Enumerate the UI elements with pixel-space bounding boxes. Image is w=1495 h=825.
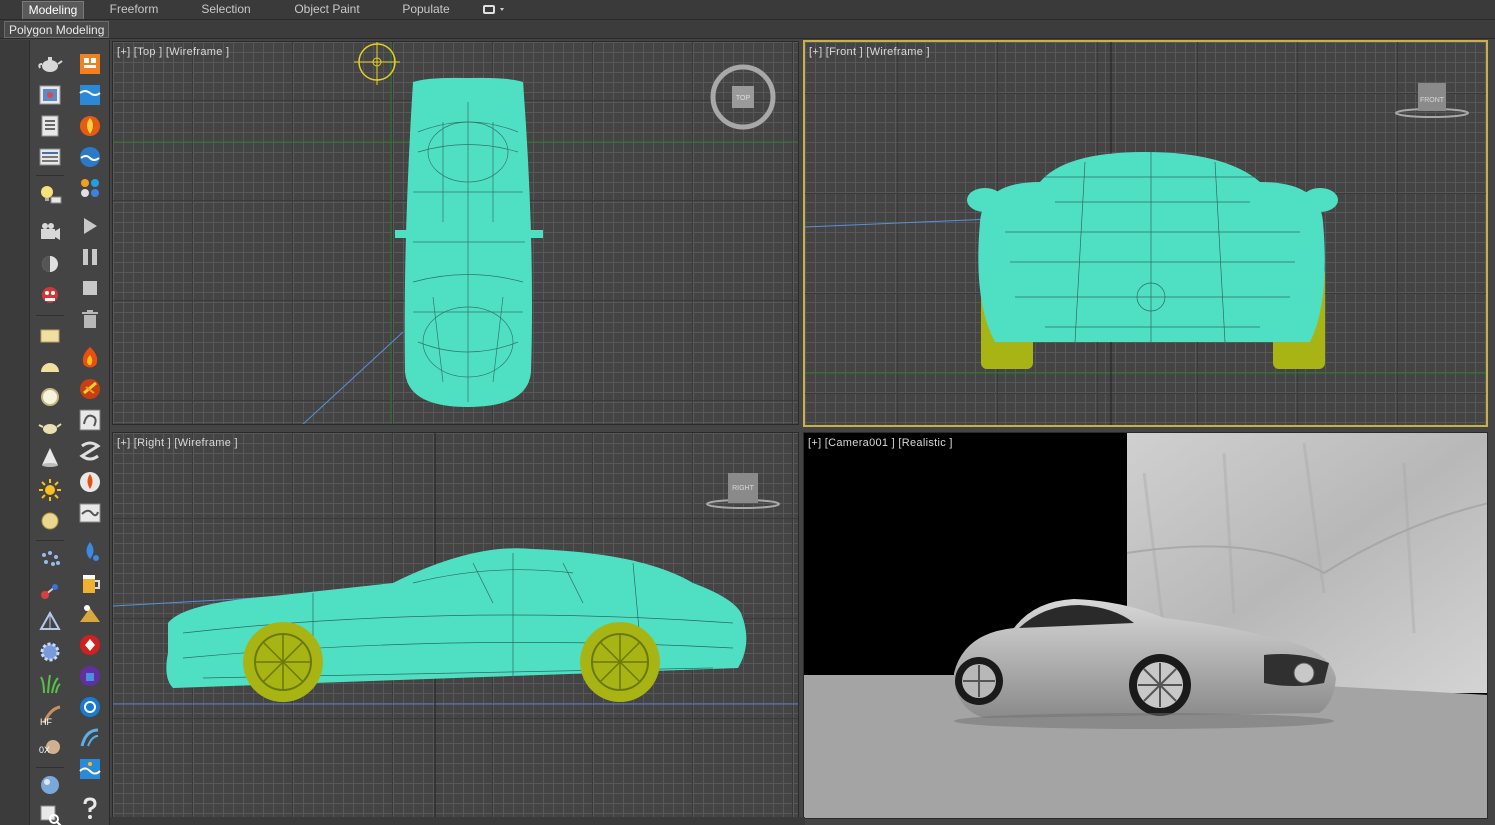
viewcube-front-label: FRONT — [1420, 97, 1445, 104]
torus-icon[interactable] — [36, 507, 64, 535]
hair-fur-icon[interactable]: HF — [36, 701, 64, 729]
svg-text:HF: HF — [40, 717, 52, 727]
torch-icon[interactable] — [76, 468, 104, 496]
app-window: Modeling Freeform Selection Object Paint… — [0, 0, 1495, 825]
viewport-right-label[interactable]: [+] [Right ] [Wireframe ] — [117, 437, 238, 449]
ribbon-tab-bar: Modeling Freeform Selection Object Paint… — [0, 0, 1495, 20]
material-editor-icon[interactable] — [36, 143, 64, 171]
tab-freeform[interactable]: Freeform — [100, 1, 168, 19]
scatter-icon[interactable] — [76, 50, 104, 78]
toolbar-column-1: HF 0X — [30, 40, 70, 825]
tab-selection[interactable]: Selection — [190, 1, 262, 19]
trash-icon[interactable] — [76, 305, 104, 333]
right-wireframe-scene: RIGHT — [113, 433, 798, 824]
camera-realistic-scene — [804, 433, 1487, 818]
help-icon[interactable] — [76, 794, 104, 822]
sun-icon[interactable] — [36, 476, 64, 504]
explosion-icon[interactable] — [76, 375, 104, 403]
camera-icon[interactable] — [36, 218, 64, 246]
viewcube-top-label: TOP — [736, 95, 751, 102]
top-wireframe-scene: TOP — [113, 42, 798, 424]
splash-water-icon[interactable] — [76, 755, 104, 783]
toolbar-column-2 — [70, 40, 110, 825]
fire-icon[interactable] — [76, 112, 104, 140]
viewport-front-label[interactable]: [+] [Front ] [Wireframe ] — [809, 46, 930, 58]
water-icon[interactable] — [76, 81, 104, 109]
tab-object-paint[interactable]: Object Paint — [282, 1, 372, 19]
viewport-front[interactable]: FRONT [+] [Front ] [Wireframe ] — [803, 40, 1488, 427]
car-front-wireframe — [967, 152, 1338, 369]
molecule-icon[interactable] — [36, 577, 64, 605]
render-frame-icon[interactable] — [36, 81, 64, 109]
sphere-icon[interactable] — [36, 383, 64, 411]
viewport-top-label[interactable]: [+] [Top ] [Wireframe ] — [117, 46, 229, 58]
fluid-icon[interactable] — [76, 499, 104, 527]
viewport-right[interactable]: RIGHT [+] [Right ] [Wireframe ] — [112, 432, 799, 825]
stop-icon[interactable] — [76, 274, 104, 302]
time-slider-bar[interactable] — [110, 817, 805, 825]
sand-icon[interactable] — [76, 600, 104, 628]
ribbon-subpanel: Polygon Modeling — [0, 20, 1495, 39]
gear-sphere-icon[interactable] — [36, 638, 64, 666]
hemisphere-icon[interactable] — [36, 353, 64, 381]
smoke-icon[interactable] — [76, 406, 104, 434]
plane-icon[interactable] — [36, 322, 64, 350]
svg-text:0X: 0X — [39, 745, 50, 755]
viewport-top[interactable]: TOP [+] [Top ] [Wireframe ] — [112, 41, 799, 425]
search-node-icon[interactable] — [36, 801, 64, 825]
light-lister-icon[interactable] — [36, 181, 64, 209]
vortex-icon[interactable] — [76, 437, 104, 465]
grass-icon[interactable] — [36, 670, 64, 698]
ocean-icon[interactable] — [76, 143, 104, 171]
command-panel-gutter — [0, 40, 30, 825]
tab-modeling[interactable]: Modeling — [22, 1, 84, 19]
render-setup-icon[interactable] — [36, 112, 64, 140]
ribbon-options-dropdown[interactable] — [482, 3, 510, 17]
asset-tracking-icon[interactable] — [36, 281, 64, 309]
rain-icon[interactable] — [76, 538, 104, 566]
viewport-camera-label[interactable]: [+] [Camera001 ] [Realistic ] — [808, 437, 953, 449]
play-icon[interactable] — [76, 212, 104, 240]
wave-icon[interactable] — [76, 693, 104, 721]
glass-sphere-icon[interactable] — [36, 771, 64, 799]
viewport-camera[interactable]: [+] [Camera001 ] [Realistic ] — [803, 432, 1488, 819]
front-wireframe-scene: FRONT — [805, 42, 1486, 425]
xform-icon[interactable]: 0X — [36, 733, 64, 761]
particles-icon[interactable] — [76, 174, 104, 202]
cone-icon[interactable] — [36, 444, 64, 472]
tab-populate[interactable]: Populate — [392, 1, 460, 19]
pyramid-icon[interactable] — [36, 608, 64, 636]
pause-icon[interactable] — [76, 243, 104, 271]
car-side-wireframe — [166, 548, 747, 702]
sphere-light-icon[interactable] — [36, 250, 64, 278]
car-top-wireframe — [395, 77, 543, 408]
particle-icon[interactable] — [36, 545, 64, 573]
teapot-icon[interactable] — [36, 50, 64, 78]
viewcube-right-label: RIGHT — [732, 485, 755, 492]
teapot-primitive-icon[interactable] — [36, 413, 64, 441]
wind-icon[interactable] — [76, 724, 104, 752]
scene-tools-toolbar: HF 0X — [30, 40, 110, 825]
bubble-icon[interactable] — [76, 662, 104, 690]
beer-icon[interactable] — [76, 570, 104, 598]
flame-icon[interactable] — [76, 344, 104, 372]
splash-icon[interactable] — [76, 631, 104, 659]
polygon-modeling-label[interactable]: Polygon Modeling — [4, 21, 110, 38]
